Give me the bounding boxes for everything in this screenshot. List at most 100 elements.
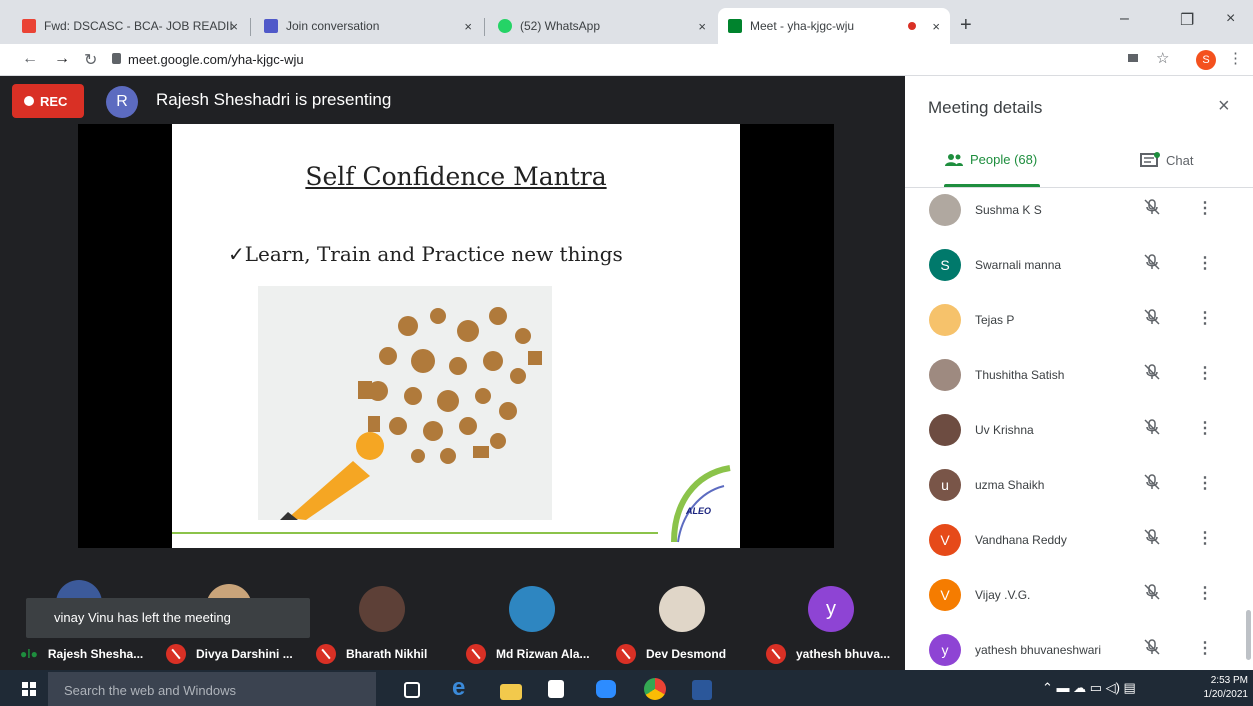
participant-tile-avatar[interactable]	[509, 586, 555, 632]
participant-tile-avatar[interactable]	[659, 586, 705, 632]
aleo-logo: ALEO	[664, 464, 734, 544]
forward-arrow-icon[interactable]: →	[54, 50, 70, 68]
restore-button[interactable]: ❐	[1180, 10, 1194, 30]
file-explorer-icon[interactable]	[500, 684, 522, 700]
camera-icon[interactable]	[1128, 54, 1138, 62]
people-icon	[945, 153, 963, 166]
participant-row[interactable]: V Vijay .V.G. ⋮	[905, 573, 1253, 628]
close-tab-icon[interactable]: ×	[698, 19, 706, 34]
participant-name-tag: Divya Darshini ...	[166, 641, 293, 667]
record-dot-icon	[24, 96, 34, 106]
mic-off-icon	[166, 644, 186, 664]
more-options-icon[interactable]: ⋮	[1197, 253, 1213, 273]
clock-time: 2:53 PM	[1210, 675, 1248, 686]
browser-menu-icon[interactable]: ⋮	[1228, 49, 1243, 67]
participant-name: Md Rizwan Ala...	[496, 647, 590, 661]
chrome-icon[interactable]	[644, 678, 666, 700]
more-options-icon[interactable]: ⋮	[1197, 528, 1213, 548]
new-tab-button[interactable]: +	[960, 14, 972, 37]
back-arrow-icon[interactable]: ←	[22, 50, 38, 68]
participant-name: Uv Krishna	[975, 423, 1034, 437]
close-tab-icon[interactable]: ×	[230, 19, 238, 34]
panel-scrollbar[interactable]	[1246, 610, 1251, 660]
more-options-icon[interactable]: ⋮	[1197, 638, 1213, 658]
participant-name-tag: Bharath Nikhil	[316, 641, 427, 667]
more-options-icon[interactable]: ⋮	[1197, 198, 1213, 218]
more-options-icon[interactable]: ⋮	[1197, 473, 1213, 493]
store-icon[interactable]	[548, 680, 564, 698]
whatsapp-icon	[498, 19, 512, 33]
participant-avatar	[929, 194, 961, 226]
participant-row[interactable]: V Vandhana Reddy ⋮	[905, 518, 1253, 573]
participant-name-tag: yathesh bhuva...	[766, 641, 890, 667]
participant-avatar: S	[929, 249, 961, 281]
tab-meet[interactable]: Meet - yha-kjgc-wju ×	[718, 8, 950, 44]
more-options-icon[interactable]: ⋮	[1197, 308, 1213, 328]
participant-name: Dev Desmond	[646, 647, 727, 661]
participant-name-tag: Dev Desmond	[616, 641, 726, 667]
left-meeting-toast: vinay Vinu has left the meeting	[26, 598, 310, 638]
pencil-illustration	[258, 286, 552, 520]
participant-row[interactable]: u uzma Shaikh ⋮	[905, 463, 1253, 518]
participant-row[interactable]: Uv Krishna ⋮	[905, 408, 1253, 463]
windows-start-icon[interactable]	[22, 682, 36, 696]
word-icon[interactable]	[692, 680, 712, 700]
mic-off-icon	[1144, 309, 1160, 325]
taskbar-clock[interactable]: 2:53 PM 1/20/2021	[1192, 674, 1249, 702]
bookmark-star-icon[interactable]: ☆	[1156, 49, 1169, 67]
task-view-icon[interactable]	[404, 682, 420, 698]
tab-title: Fwd: DSCASC - BCA- JOB READII	[44, 19, 233, 33]
presentation-slide: Self Confidence Mantra ✓Learn, Train and…	[172, 124, 740, 548]
close-tab-icon[interactable]: ×	[464, 19, 472, 34]
tab-chat-label: Chat	[1166, 152, 1194, 168]
participant-row[interactable]: Tejas P ⋮	[905, 298, 1253, 353]
participant-row[interactable]: S Swarnali manna ⋮	[905, 243, 1253, 298]
participant-avatar: V	[929, 524, 961, 556]
tab-teams[interactable]: Join conversation ×	[254, 8, 482, 44]
participant-tile-avatar[interactable]: y	[808, 586, 854, 632]
more-options-icon[interactable]: ⋮	[1197, 363, 1213, 383]
rec-label: REC	[40, 93, 68, 109]
chat-icon	[1140, 152, 1160, 167]
participant-name: uzma Shaikh	[975, 478, 1045, 492]
minimize-button[interactable]: –	[1120, 10, 1129, 28]
tab-title: Join conversation	[286, 19, 380, 33]
reload-icon[interactable]: ↻	[84, 50, 97, 70]
participant-name: Tejas P	[975, 313, 1015, 327]
close-window-button[interactable]: ×	[1226, 10, 1235, 28]
participant-name: Swarnali manna	[975, 258, 1062, 272]
url-field[interactable]: meet.google.com/yha-kjgc-wju	[128, 52, 304, 67]
participant-name-tag: ●ǀ● Rajesh Shesha...	[20, 641, 143, 667]
participant-row[interactable]: Sushma K S ⋮	[905, 188, 1253, 243]
teams-icon	[264, 19, 278, 33]
tab-whatsapp[interactable]: (52) WhatsApp ×	[488, 8, 716, 44]
tab-chat[interactable]: Chat	[1140, 152, 1193, 168]
profile-avatar[interactable]: S	[1196, 50, 1216, 70]
participant-name: Bharath Nikhil	[346, 647, 428, 661]
close-panel-icon[interactable]: ×	[1218, 95, 1230, 118]
more-options-icon[interactable]: ⋮	[1197, 583, 1213, 603]
recording-indicator-icon	[908, 22, 916, 30]
tab-people[interactable]: People (68)	[944, 152, 1037, 167]
presenter-avatar: R	[106, 86, 138, 118]
edge-icon[interactable]: e	[452, 674, 474, 701]
mic-off-icon	[1144, 364, 1160, 380]
system-tray[interactable]: ⌃ ▬ ☁ ▭ ◁) ▤	[1042, 680, 1136, 696]
participant-avatar: y	[929, 634, 961, 666]
taskbar-search-input[interactable]: Search the web and Windows	[48, 672, 376, 706]
more-options-icon[interactable]: ⋮	[1197, 418, 1213, 438]
tab-gmail[interactable]: Fwd: DSCASC - BCA- JOB READII ×	[12, 8, 248, 44]
participant-name: Rajesh Shesha...	[47, 647, 144, 661]
panel-title: Meeting details	[928, 98, 1043, 117]
zoom-icon[interactable]	[596, 680, 616, 698]
participant-row[interactable]: Thushitha Satish ⋮	[905, 353, 1253, 408]
participant-avatar: u	[929, 469, 961, 501]
participant-name-tag: Md Rizwan Ala...	[466, 641, 590, 667]
participant-name: Vandhana Reddy	[975, 533, 1067, 547]
participant-name: Sushma K S	[975, 203, 1042, 217]
participant-tile-avatar[interactable]	[359, 586, 405, 632]
participant-avatar	[929, 414, 961, 446]
svg-text:ALEO: ALEO	[685, 506, 711, 516]
close-tab-icon[interactable]: ×	[932, 19, 940, 34]
tab-title: Meet - yha-kjgc-wju	[750, 19, 855, 33]
